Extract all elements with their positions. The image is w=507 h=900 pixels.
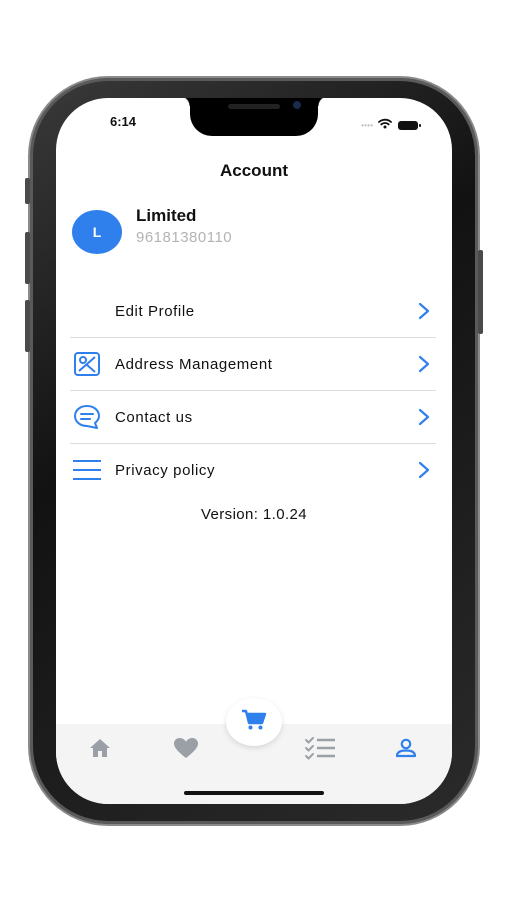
volume-down-button — [25, 300, 30, 352]
menu-item-label: Privacy policy — [115, 461, 216, 479]
menu-item-contact-us[interactable]: Contact us — [70, 391, 436, 444]
chevron-right-icon — [416, 354, 432, 374]
tab-favorites[interactable] — [166, 736, 206, 764]
user-icon — [395, 738, 417, 763]
chat-icon — [70, 400, 104, 434]
menu-item-label: Contact us — [115, 408, 193, 426]
status-time: 6:14 — [110, 114, 137, 129]
profile-info: Limited 96181380110 — [136, 205, 232, 249]
notch — [180, 98, 328, 136]
volume-up-button — [25, 232, 30, 284]
heart-icon — [173, 737, 199, 764]
tab-home[interactable] — [80, 736, 120, 764]
profile-header: L Limited 96181380110 — [72, 206, 232, 254]
checklist-icon — [304, 736, 336, 765]
menu-item-privacy-policy[interactable]: Privacy policy — [70, 444, 436, 496]
menu-item-label: Address Management — [115, 355, 273, 373]
profile-phone: 96181380110 — [136, 229, 233, 246]
menu-item-address-management[interactable]: Address Management — [70, 338, 436, 391]
battery-icon — [398, 120, 421, 130]
account-menu: Edit Profile Address Management Contact … — [70, 285, 436, 496]
chevron-right-icon — [416, 301, 432, 321]
tab-orders[interactable] — [300, 736, 340, 764]
home-indicator[interactable] — [184, 791, 324, 795]
phone-screen: 6:14 • • • • Account L Limited 961813801… — [56, 98, 452, 804]
front-camera — [293, 101, 301, 109]
stage: 6:14 • • • • Account L Limited 961813801… — [0, 0, 507, 900]
home-icon — [89, 738, 111, 763]
avatar: L — [72, 210, 122, 254]
menu-lines-icon — [70, 453, 104, 487]
wifi-icon — [378, 116, 392, 134]
page-title: Account — [220, 161, 288, 180]
power-button — [478, 250, 483, 334]
tab-account[interactable] — [386, 736, 426, 764]
menu-item-label: Edit Profile — [115, 302, 195, 320]
cart-icon — [241, 709, 267, 736]
mute-switch — [25, 178, 30, 204]
chevron-right-icon — [416, 407, 432, 427]
chevron-right-icon — [416, 460, 432, 480]
profile-name: Limited — [136, 206, 197, 225]
app-version: Version: 1.0.24 — [200, 506, 308, 523]
menu-item-edit-profile[interactable]: Edit Profile — [70, 285, 436, 338]
status-icons: • • • • — [361, 116, 421, 134]
map-icon — [70, 347, 104, 381]
signal-icon: • • • • — [361, 120, 373, 130]
speaker-grille — [228, 104, 280, 109]
cart-button[interactable] — [226, 698, 282, 746]
